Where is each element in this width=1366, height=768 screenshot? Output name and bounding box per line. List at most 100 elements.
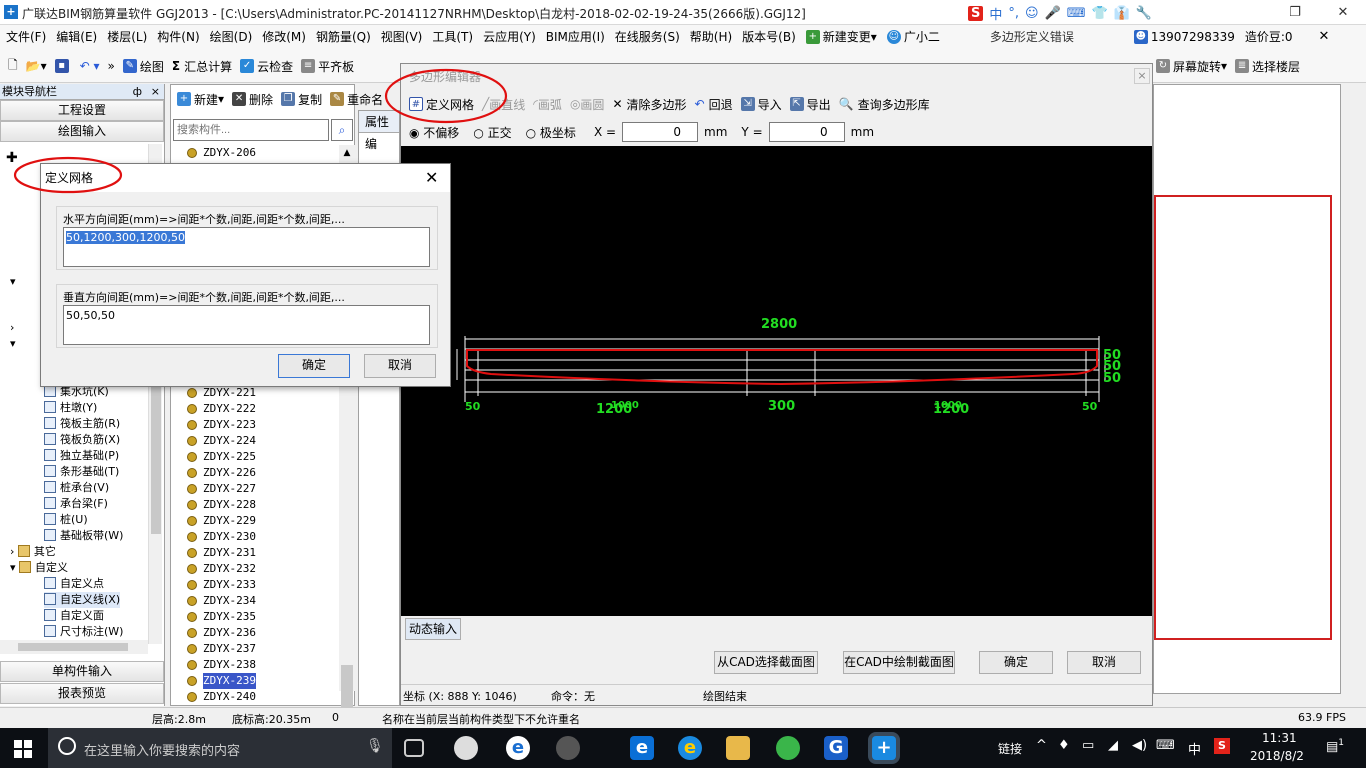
list-item[interactable]: ZDYX-206: [187, 145, 256, 161]
tree-folder-other[interactable]: › 其它: [10, 544, 56, 560]
ie-icon[interactable]: e: [506, 736, 530, 760]
poly-cancel-button[interactable]: 取消: [1067, 651, 1141, 674]
keyboard-icon[interactable]: ⌨: [1067, 6, 1086, 21]
mic-icon[interactable]: 🎙: [366, 738, 384, 754]
tree-item-isolated-footing[interactable]: 独立基础(P): [44, 448, 119, 464]
account-phone[interactable]: ☻ 13907298339: [1129, 25, 1240, 49]
screen-rotate-button[interactable]: ↻ 屏幕旋转 ▾: [1152, 55, 1231, 77]
poly-close-button[interactable]: ×: [1134, 68, 1150, 84]
tree-item-raft-neg-rebar[interactable]: 筏板负筋(X): [44, 432, 120, 448]
list-item[interactable]: ZDYX-227: [187, 481, 256, 497]
tree-item-cap-beam[interactable]: 承台梁(F): [44, 496, 108, 512]
windows-start-icon[interactable]: [14, 740, 32, 758]
query-polygon-lib-button[interactable]: 🔍 查询多边形库: [835, 93, 934, 115]
menu-new-change[interactable]: + 新建变更 ▾: [801, 25, 882, 49]
x-input[interactable]: 0: [622, 122, 699, 142]
taskbar-search-box[interactable]: 在这里输入你要搜索的内容 🎙: [48, 728, 392, 768]
list-item-selected[interactable]: ZDYX-239: [187, 673, 256, 689]
skin-icon[interactable]: 👕: [1092, 6, 1108, 21]
menu-component[interactable]: 构件(N): [152, 25, 204, 49]
tree-expander[interactable]: ▾: [10, 336, 16, 352]
define-grid-button[interactable]: # 定义网格: [405, 93, 478, 115]
open-file-icon[interactable]: 📂▾: [22, 55, 51, 77]
menu-bim[interactable]: BIM应用(I): [541, 25, 610, 49]
new-file-icon[interactable]: 🗋: [4, 55, 22, 77]
delete-component-button[interactable]: ✕ 删除: [228, 88, 277, 110]
list-item[interactable]: ZDYX-228: [187, 497, 256, 513]
tree-item-slab-strip[interactable]: 基础板带(W): [44, 528, 123, 544]
list-item[interactable]: ZDYX-222: [187, 401, 256, 417]
tray-time[interactable]: 11:31: [1262, 731, 1297, 745]
dynamic-input-button[interactable]: 动态输入: [405, 618, 461, 640]
menu-view[interactable]: 视图(V): [376, 25, 428, 49]
draw-circle-button[interactable]: ◎ 画圆: [566, 93, 609, 115]
nav-close-icon[interactable]: ×: [151, 84, 160, 100]
properties-tab[interactable]: 属性编: [359, 111, 399, 151]
tree-item-strip-footing[interactable]: 条形基础(T): [44, 464, 119, 480]
tray-lang[interactable]: 中: [1188, 739, 1201, 758]
list-item[interactable]: ZDYX-233: [187, 577, 256, 593]
main-vscrollbar[interactable]: [1345, 84, 1363, 694]
menu-edit[interactable]: 编辑(E): [51, 25, 102, 49]
menu-version[interactable]: 版本号(B): [737, 25, 801, 49]
flat-slab-button[interactable]: ≡ 平齐板: [297, 55, 358, 77]
file-explorer-icon[interactable]: [726, 736, 750, 760]
grid-close-icon[interactable]: ✕: [425, 168, 438, 187]
drawing-input-button[interactable]: 绘图输入: [0, 121, 164, 142]
grid-cancel-button[interactable]: 取消: [364, 354, 436, 378]
ime-toolbar[interactable]: S 中 °, ☺ 🎤 ⌨ 👕 👔 🔧: [968, 3, 1158, 23]
list-item[interactable]: ZDYX-223: [187, 417, 256, 433]
tree-item-pile-cap[interactable]: 桩承台(V): [44, 480, 109, 496]
ie-classic-icon[interactable]: e: [678, 736, 702, 760]
single-component-input-button[interactable]: 单构件输入: [0, 661, 164, 682]
search-icon[interactable]: ⌕: [331, 119, 353, 141]
component-search-input[interactable]: [173, 119, 329, 141]
glodon-ggj-icon[interactable]: +: [872, 736, 896, 760]
scroll-up-icon[interactable]: ▲: [339, 145, 355, 161]
radio-ortho[interactable]: ○ 正交: [473, 124, 511, 141]
select-floor-button[interactable]: ≣ 选择楼层: [1231, 55, 1304, 77]
wrench-icon[interactable]: 🔧: [1136, 6, 1152, 21]
close-window-button[interactable]: ✕: [1320, 0, 1366, 25]
tree-folder-custom[interactable]: ▾ 自定义: [10, 560, 68, 576]
tree-item-custom-face[interactable]: 自定义面: [44, 608, 104, 624]
tree-item-dimension[interactable]: 尺寸标注(W): [44, 624, 123, 640]
export-button[interactable]: ⇱ 导出: [786, 93, 835, 115]
y-input[interactable]: 0: [768, 122, 845, 142]
task-view-icon[interactable]: [404, 739, 424, 757]
list-item[interactable]: ZDYX-235: [187, 609, 256, 625]
list-item[interactable]: ZDYX-224: [187, 433, 256, 449]
taskbar-link[interactable]: 链接: [998, 740, 1022, 757]
draw-button[interactable]: ✎ 绘图: [119, 55, 168, 77]
tree-item-pile[interactable]: 桩(U): [44, 512, 88, 528]
draw-line-button[interactable]: ╱ 画直线: [478, 93, 529, 115]
menu-floor[interactable]: 楼层(L): [102, 25, 152, 49]
rename-component-button[interactable]: ✎ 重命名: [326, 88, 387, 110]
ime-punct[interactable]: °,: [1008, 6, 1019, 21]
list-item[interactable]: ZDYX-234: [187, 593, 256, 609]
draw-in-cad-button[interactable]: 在CAD中绘制截面图: [843, 651, 955, 674]
clear-polygon-button[interactable]: ✕ 清除多边形: [608, 93, 690, 115]
select-from-cad-button[interactable]: 从CAD选择截面图: [714, 651, 818, 674]
tree-item-raft-main-rebar[interactable]: 筏板主筋(R): [44, 416, 120, 432]
glodon-g-icon[interactable]: G: [824, 736, 848, 760]
tree-item-custom-line[interactable]: 自定义线(X): [44, 592, 121, 608]
cloud-check-button[interactable]: ✓ 云检查: [236, 55, 297, 77]
menu-tools[interactable]: 工具(T): [427, 25, 478, 49]
radio-polar[interactable]: ○ 极坐标: [526, 124, 576, 141]
shirt-icon[interactable]: 👔: [1114, 6, 1130, 21]
list-item[interactable]: ZDYX-225: [187, 449, 256, 465]
restore-button[interactable]: ❐: [1272, 0, 1318, 25]
tray-sogou-icon[interactable]: S: [1214, 738, 1230, 754]
tray-network-icon[interactable]: ◢: [1108, 738, 1118, 753]
project-settings-button[interactable]: 工程设置: [0, 100, 164, 121]
copy-component-button[interactable]: ❐ 复制: [277, 88, 326, 110]
report-preview-button[interactable]: 报表预览: [0, 683, 164, 704]
nav-hscrollbar[interactable]: [0, 640, 148, 654]
tray-up-chevron-icon[interactable]: ^: [1036, 738, 1047, 753]
pin-icon[interactable]: ф: [133, 84, 142, 100]
fan-app-icon[interactable]: [454, 736, 478, 760]
save-icon[interactable]: ▪: [51, 55, 76, 77]
tree-add-icon[interactable]: ✚: [6, 150, 18, 166]
list-item[interactable]: ZDYX-221: [187, 385, 256, 401]
